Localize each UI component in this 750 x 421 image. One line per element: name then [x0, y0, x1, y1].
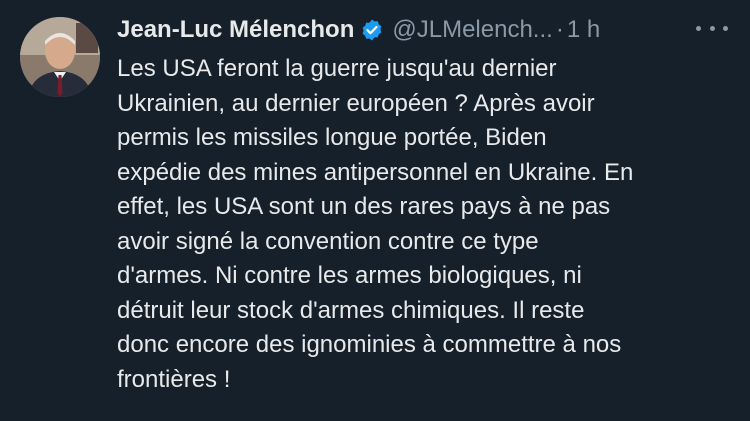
avatar[interactable] — [20, 17, 100, 97]
tweet-header: Jean-Luc Mélenchon @JLMelench... · 1 h — [117, 12, 732, 48]
tweet-content: Jean-Luc Mélenchon @JLMelench... · 1 h L… — [117, 12, 732, 397]
tweet-text: Les USA feront la guerre jusqu'au dernie… — [117, 55, 634, 393]
verified-badge-icon — [360, 18, 384, 42]
header-separator: · — [555, 16, 564, 43]
more-options-icon[interactable] — [696, 16, 728, 40]
avatar-image — [20, 17, 100, 97]
tweet[interactable]: Jean-Luc Mélenchon @JLMelench... · 1 h L… — [0, 0, 750, 421]
tweet-timestamp[interactable]: 1 h — [567, 16, 600, 44]
author-display-name[interactable]: Jean-Luc Mélenchon — [117, 16, 354, 44]
author-handle[interactable]: @JLMelench... — [392, 16, 552, 44]
